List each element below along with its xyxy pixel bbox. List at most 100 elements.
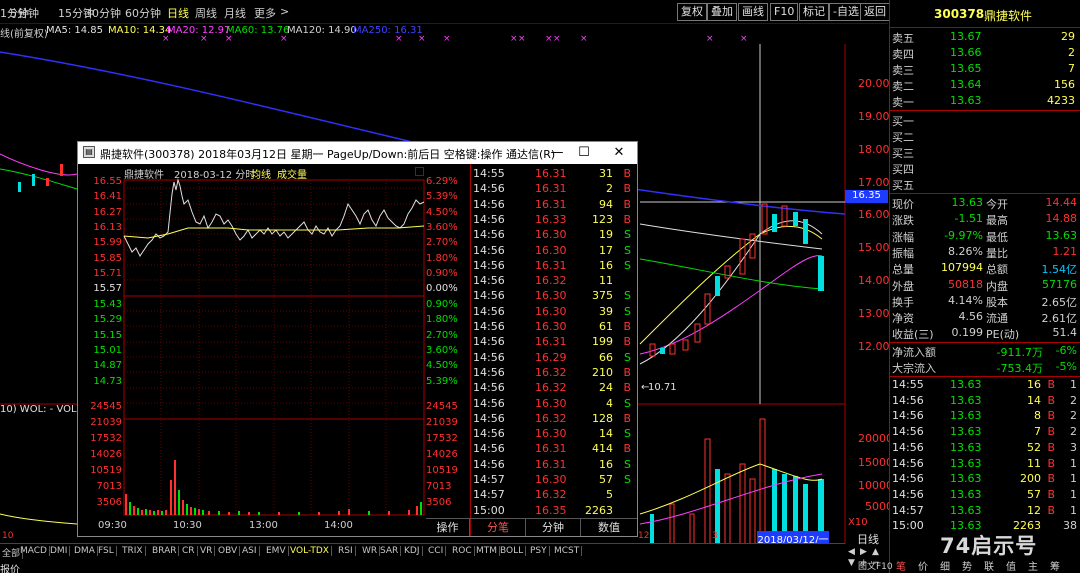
tab-detail[interactable]: 细 [940,558,950,573]
indicator-tab-fsl[interactable]: FSL [96,546,117,556]
period-daily[interactable]: 日线 [167,5,189,21]
period-monthly[interactable]: 月线 [224,5,246,21]
mark-button[interactable]: 标记 [799,3,829,21]
nav-right-icon[interactable]: ▶ [860,547,867,557]
indicator-tab-vr[interactable]: VR [198,546,216,556]
tick-time: 14:56 [473,427,505,441]
stat-label: 总量 [892,263,914,277]
indicator-tab-mtm[interactable]: MTM [474,546,501,556]
buy-row[interactable]: 买三 [890,144,1080,160]
indicator-tab-obv[interactable]: OBV [216,546,241,556]
intraday-popup[interactable]: ▤ 鼎捷软件(300378) 2018年03月12日 星期一 PageUp/Do… [77,141,638,537]
trade-direction: B [1047,425,1055,439]
indicator-tab-kdj[interactable]: KDJ [402,546,423,556]
trade-direction: B [1047,393,1055,407]
intraday-chart[interactable] [78,164,470,518]
trade-volume: 8 [1034,409,1041,423]
buy-row[interactable]: 买四 [890,160,1080,176]
tab-ticks[interactable]: 分笔 [471,519,526,536]
f10-text-tab[interactable]: 图文F10 [858,559,893,572]
buy-row[interactable]: 买五 [890,176,1080,192]
stat-row: 换手 4.14% 股本 2.65亿 [890,293,1080,309]
price-axis-label: 16.55 [93,176,122,187]
indicator-tab-mcst[interactable]: MCST [552,546,583,556]
sell-row[interactable]: 卖二 13.64 156 [890,77,1080,93]
back-button[interactable]: 返回 [860,3,890,21]
period-60min[interactable]: 60分钟 [125,5,161,21]
tick-direction: S [624,473,631,486]
nav-down-icon[interactable]: ▼ [848,558,855,568]
price-axis-label: 15.99 [93,237,122,249]
tick-time: 14:56 [473,274,505,288]
pct-axis-label: 0.90% [426,298,458,310]
period-30min[interactable]: 30分钟 [85,5,121,21]
price-line [123,178,425,257]
indicator-tab-vol-tdx[interactable]: VOL-TDX [288,546,332,556]
tab-minutes[interactable]: 分钟 [526,519,581,536]
indicator-tab-roc[interactable]: ROC [450,546,475,556]
period-weekly[interactable]: 周线 [195,5,217,21]
minimize-icon[interactable]: — [546,144,568,161]
close-icon[interactable]: ✕ [608,144,630,161]
sell-row[interactable]: 卖三 13.65 7 [890,61,1080,77]
tab-price[interactable]: 价 [918,558,928,573]
tab-chips[interactable]: 筹 [1050,558,1060,573]
indicator-tab-trix[interactable]: TRIX [120,546,146,556]
indicator-tab-rsi[interactable]: RSI [336,546,356,556]
overlay-button[interactable]: 叠加 [707,3,737,21]
tick-row: 14:56 16.31 414 B [471,441,637,456]
day-line-tab[interactable]: 日线 [857,531,879,547]
draw-line-button[interactable]: 画线 [738,3,768,21]
stat-value: -9.97% [944,228,983,242]
tick-volume: 94 [599,197,613,211]
tab-trend[interactable]: 势 [962,558,972,573]
watchlist-button[interactable]: -自选 [829,3,863,21]
period-5min[interactable]: 5分钟 [10,5,39,21]
indicator-tab-psy[interactable]: PSY [528,546,550,556]
sell-row[interactable]: 卖四 13.66 2 [890,45,1080,61]
trade-volume: 200 [1020,472,1041,486]
nav-left-icon[interactable]: ◀ [848,547,855,557]
popup-titlebar[interactable]: ▤ 鼎捷软件(300378) 2018年03月12日 星期一 PageUp/Do… [78,142,637,164]
period-more[interactable]: 更多 [254,5,276,21]
tab-link[interactable]: 联 [984,558,994,573]
tick-price: 16.31 [535,182,567,196]
nav-up-icon[interactable]: ▲ [872,547,879,557]
date-tick: 3 [712,531,718,541]
flow-value: -753.4万 [996,362,1043,375]
vol-indicator-label: 10) WOL: - VOL [0,404,77,415]
quote-label[interactable]: 报价 [0,561,20,573]
indicator-tab-dma[interactable]: DMA [72,546,98,556]
pct-axis-label: 1.80% [426,252,458,264]
date-tick: 10 [2,531,14,541]
buy-row[interactable]: 买二 [890,128,1080,144]
f10-button[interactable]: F10 [770,3,799,21]
indicator-tab-cci[interactable]: CCI [426,546,447,556]
indicator-tab-macd[interactable]: MACD [18,546,50,556]
indicator-tab-dmi[interactable]: DMI [48,546,71,556]
trade-price: 13.63 [950,456,982,470]
restore-rights-button[interactable]: 复权 [677,3,707,21]
pct-axis-label: 1.80% [426,314,458,326]
axis-price-15: 15.00 [858,241,890,254]
stat-value: 57176 [1042,277,1077,291]
tick-time: 14:56 [473,457,505,471]
sell-row[interactable]: 卖五 13.67 29 [890,29,1080,45]
indicator-tab-emv[interactable]: EMV [264,546,289,556]
maximize-icon[interactable]: ☐ [573,144,595,161]
tab-operate[interactable]: 操作 [426,519,470,536]
tab-trades[interactable]: 笔 [896,558,906,573]
sell-row[interactable]: 卖一 13.63 4233 [890,93,1080,109]
indicator-tab-cr[interactable]: CR [180,546,198,556]
tab-value[interactable]: 值 [1006,558,1016,573]
tab-values[interactable]: 数值 [581,519,637,536]
more-chevron-icon[interactable]: > [280,5,289,18]
indicator-tab-boll[interactable]: BOLL [498,546,527,556]
stat-value: 1.21 [1052,244,1078,258]
stat-row: 涨幅 -9.97% 最低 13.63 [890,228,1080,244]
indicator-tab-sar[interactable]: SAR [378,546,402,556]
tab-main[interactable]: 主 [1028,558,1038,573]
indicator-tab-asi[interactable]: ASI [240,546,260,556]
indicator-tab-brar[interactable]: BRAR [150,546,180,556]
buy-row[interactable]: 买一 [890,112,1080,128]
